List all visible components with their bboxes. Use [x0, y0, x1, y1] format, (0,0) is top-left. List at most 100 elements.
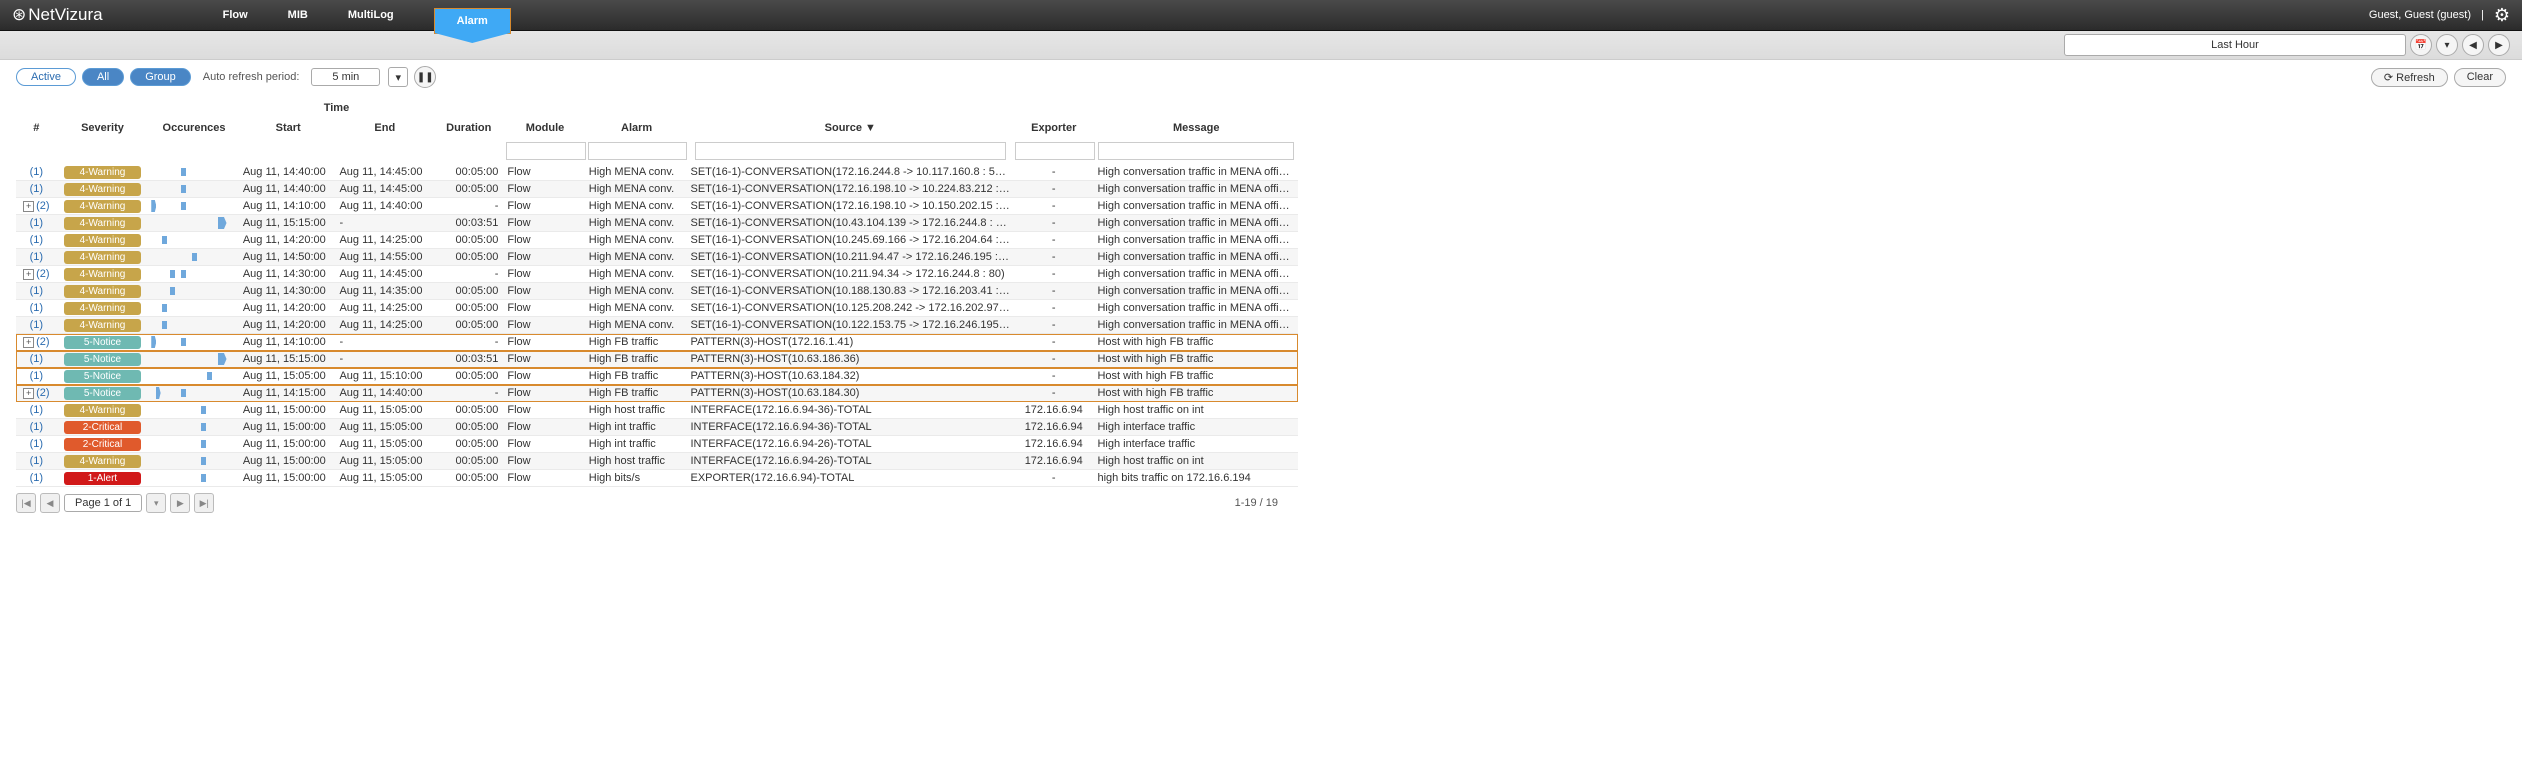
gear-icon[interactable]: ⚙ — [2494, 5, 2510, 26]
table-row[interactable]: (1)4-WarningAug 11, 15:00:00Aug 11, 15:0… — [16, 453, 1298, 470]
time-prev-icon[interactable]: ◀ — [2462, 34, 2484, 56]
col-occurences[interactable]: Occurences — [148, 118, 240, 138]
severity-badge: 4-Warning — [64, 319, 142, 332]
cell-end: Aug 11, 15:05:00 — [336, 402, 433, 419]
col-hash[interactable]: # — [16, 118, 57, 138]
cell-exporter: 172.16.6.94 — [1013, 402, 1094, 419]
nav-flow[interactable]: Flow — [223, 9, 248, 21]
col-module[interactable]: Module — [504, 118, 585, 138]
filter-group[interactable]: Group — [130, 68, 191, 86]
table-row[interactable]: (1)4-WarningAug 11, 14:20:00Aug 11, 14:2… — [16, 232, 1298, 249]
severity-badge: 2-Critical — [64, 438, 142, 451]
table-row[interactable]: (1)4-WarningAug 11, 14:40:00Aug 11, 14:4… — [16, 164, 1298, 181]
filter-exporter[interactable] — [1015, 142, 1095, 160]
table-row[interactable]: (1)4-WarningAug 11, 14:30:00Aug 11, 14:3… — [16, 283, 1298, 300]
filter-all[interactable]: All — [82, 68, 124, 86]
expand-icon[interactable]: + — [23, 269, 34, 280]
cell-source: SET(16-1)-CONVERSATION(172.16.244.8 -> 1… — [687, 164, 1013, 181]
cell-end: Aug 11, 15:05:00 — [336, 436, 433, 453]
nav-multilog[interactable]: MultiLog — [348, 9, 394, 21]
expand-icon[interactable]: + — [23, 201, 34, 212]
cell-message: High conversation traffic in MENA office… — [1094, 198, 1298, 215]
row-count: (1) — [30, 421, 43, 433]
col-exporter[interactable]: Exporter — [1013, 118, 1094, 138]
refresh-button[interactable]: ⟳ Refresh — [2371, 68, 2448, 87]
table-row[interactable]: +(2)4-WarningAug 11, 14:10:00Aug 11, 14:… — [16, 198, 1298, 215]
cell-message: high bits traffic on 172.16.6.194 — [1094, 470, 1298, 487]
cell-duration: 00:05:00 — [433, 164, 504, 181]
cell-module: Flow — [504, 317, 585, 334]
cell-start: Aug 11, 15:00:00 — [240, 470, 337, 487]
col-source[interactable]: Source ▼ — [687, 118, 1013, 138]
cell-exporter: - — [1013, 351, 1094, 368]
chevron-down-icon[interactable]: ▾ — [388, 67, 408, 87]
cell-duration: 00:05:00 — [433, 283, 504, 300]
cell-message: High interface traffic — [1094, 419, 1298, 436]
nav-alarm[interactable]: Alarm — [434, 8, 511, 34]
time-dropdown-icon[interactable]: ▾ — [2436, 34, 2458, 56]
table-row[interactable]: (1)2-CriticalAug 11, 15:00:00Aug 11, 15:… — [16, 436, 1298, 453]
table-row[interactable]: (1)1-AlertAug 11, 15:00:00Aug 11, 15:05:… — [16, 470, 1298, 487]
table-row[interactable]: +(2)5-NoticeAug 11, 14:15:00Aug 11, 14:4… — [16, 385, 1298, 402]
cell-start: Aug 11, 15:05:00 — [240, 368, 337, 385]
col-severity[interactable]: Severity — [57, 118, 149, 138]
page-prev-icon[interactable]: ◀ — [40, 493, 60, 513]
row-count: (1) — [30, 438, 43, 450]
occurrence-timeline — [151, 403, 237, 417]
table-row[interactable]: (1)4-WarningAug 11, 14:20:00Aug 11, 14:2… — [16, 300, 1298, 317]
filter-active[interactable]: Active — [16, 68, 76, 86]
cell-start: Aug 11, 14:30:00 — [240, 283, 337, 300]
table-row[interactable]: (1)4-WarningAug 11, 15:00:00Aug 11, 15:0… — [16, 402, 1298, 419]
table-row[interactable]: (1)2-CriticalAug 11, 15:00:00Aug 11, 15:… — [16, 419, 1298, 436]
cell-alarm: High MENA conv. — [586, 283, 688, 300]
col-end[interactable]: End — [336, 118, 433, 138]
page-next-icon[interactable]: ▶ — [170, 493, 190, 513]
row-count: (1) — [30, 302, 43, 314]
cell-end: Aug 11, 14:45:00 — [336, 181, 433, 198]
severity-badge: 4-Warning — [64, 217, 142, 230]
time-range-select[interactable]: Last Hour — [2064, 34, 2406, 56]
cell-start: Aug 11, 14:40:00 — [240, 164, 337, 181]
cell-source: SET(16-1)-CONVERSATION(10.125.208.242 ->… — [687, 300, 1013, 317]
table-row[interactable]: (1)4-WarningAug 11, 14:50:00Aug 11, 14:5… — [16, 249, 1298, 266]
table-row[interactable]: (1)5-NoticeAug 11, 15:05:00Aug 11, 15:10… — [16, 368, 1298, 385]
table-row[interactable]: +(2)4-WarningAug 11, 14:30:00Aug 11, 14:… — [16, 266, 1298, 283]
col-message[interactable]: Message — [1094, 118, 1298, 138]
clear-button[interactable]: Clear — [2454, 68, 2506, 87]
cell-message: High conversation traffic in MENA office… — [1094, 181, 1298, 198]
filter-message[interactable] — [1098, 142, 1294, 160]
expand-icon[interactable]: + — [23, 388, 34, 399]
calendar-icon[interactable]: 📅 — [2410, 34, 2432, 56]
topbar: NetVizura Flow MIB MultiLog Alarm Guest,… — [0, 0, 2522, 31]
cell-start: Aug 11, 15:00:00 — [240, 453, 337, 470]
table-row[interactable]: (1)5-NoticeAug 11, 15:15:00-00:03:51Flow… — [16, 351, 1298, 368]
occurrence-timeline — [151, 437, 237, 451]
table-row[interactable]: (1)4-WarningAug 11, 15:15:00-00:03:51Flo… — [16, 215, 1298, 232]
pause-icon[interactable]: ❚❚ — [414, 66, 436, 88]
filter-source[interactable] — [695, 142, 1006, 160]
table-row[interactable]: +(2)5-NoticeAug 11, 14:10:00--FlowHigh F… — [16, 334, 1298, 351]
filter-module[interactable] — [506, 142, 586, 160]
cell-source: SET(16-1)-CONVERSATION(10.211.94.47 -> 1… — [687, 249, 1013, 266]
col-start[interactable]: Start — [240, 118, 337, 138]
alarm-table-wrap: Time # Severity Occurences Start End Dur… — [16, 98, 1298, 487]
row-count: (2) — [36, 387, 49, 399]
col-alarm[interactable]: Alarm — [586, 118, 688, 138]
refresh-period-select[interactable]: 5 min — [311, 68, 380, 86]
expand-icon[interactable]: + — [23, 337, 34, 348]
severity-badge: 4-Warning — [64, 285, 142, 298]
page-last-icon[interactable]: ▶| — [194, 493, 214, 513]
time-next-icon[interactable]: ▶ — [2488, 34, 2510, 56]
nav-mib[interactable]: MIB — [288, 9, 308, 21]
filter-alarm[interactable] — [588, 142, 687, 160]
page-first-icon[interactable]: |◀ — [16, 493, 36, 513]
refresh-icon: ⟳ — [2384, 72, 2396, 84]
table-row[interactable]: (1)4-WarningAug 11, 14:20:00Aug 11, 14:2… — [16, 317, 1298, 334]
cell-module: Flow — [504, 283, 585, 300]
col-duration[interactable]: Duration — [433, 118, 504, 138]
page-dropdown-icon[interactable]: ▾ — [146, 493, 166, 513]
cell-end: Aug 11, 15:05:00 — [336, 470, 433, 487]
alarm-toolbar: Active All Group Auto refresh period: 5 … — [0, 60, 2522, 94]
cell-exporter: 172.16.6.94 — [1013, 453, 1094, 470]
table-row[interactable]: (1)4-WarningAug 11, 14:40:00Aug 11, 14:4… — [16, 181, 1298, 198]
